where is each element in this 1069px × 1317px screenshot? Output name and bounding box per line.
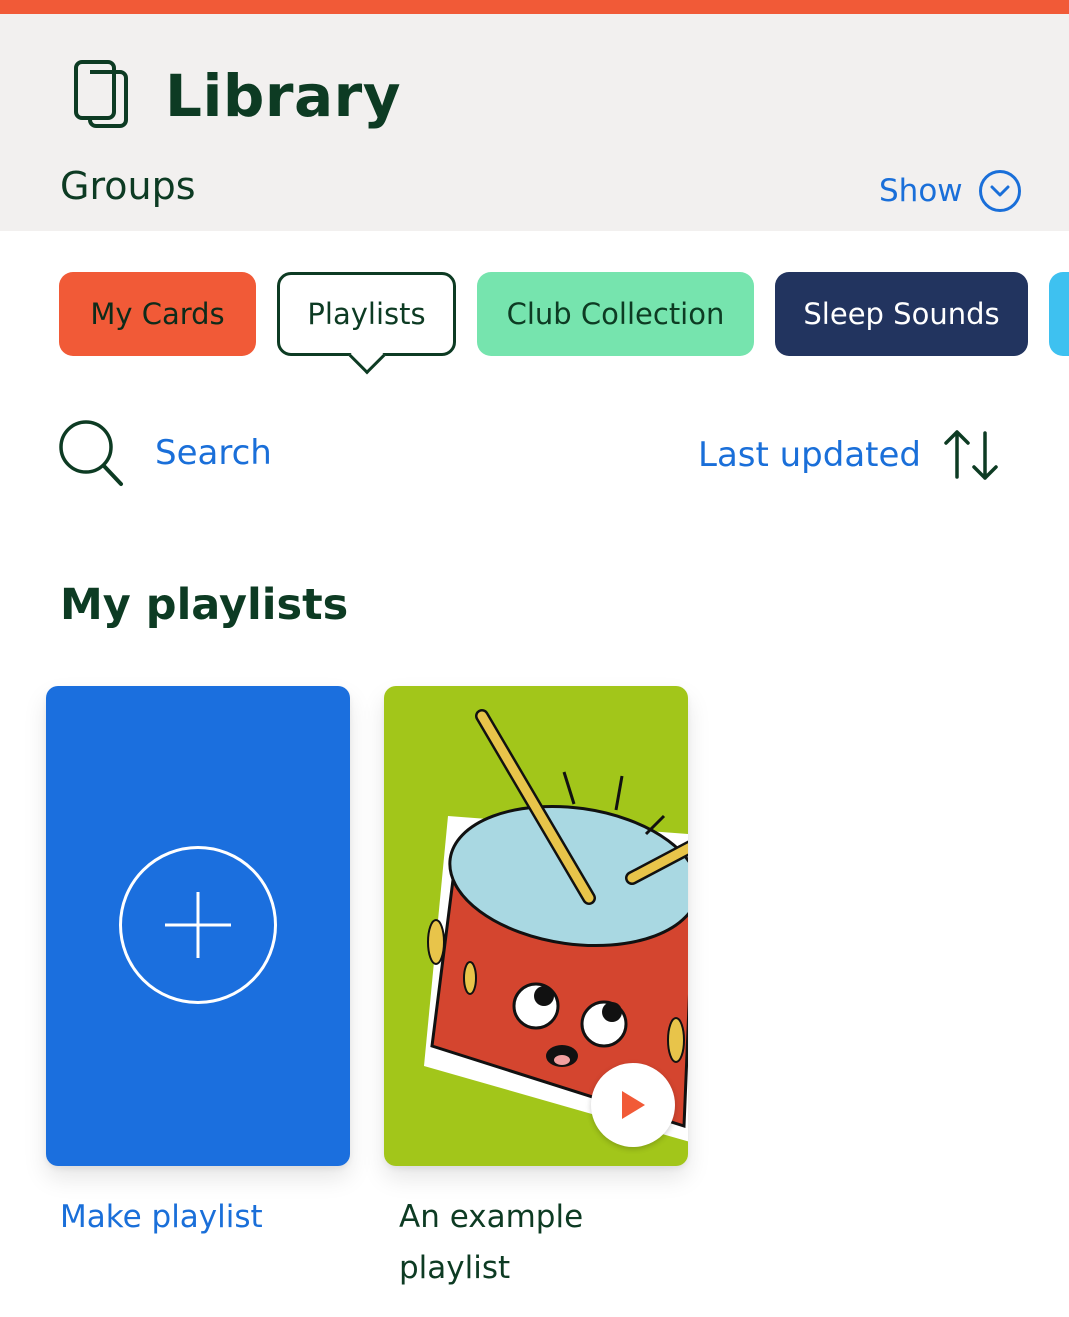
- tab-my-cards[interactable]: My Cards: [59, 272, 256, 356]
- search-sort-row: Search Last updated: [0, 415, 1069, 495]
- library-header: Library Groups Show: [0, 14, 1069, 231]
- section-title: My playlists: [60, 580, 349, 630]
- top-accent-stripe: [0, 0, 1069, 17]
- example-playlist-card[interactable]: [384, 686, 688, 1166]
- play-icon[interactable]: [591, 1063, 675, 1147]
- example-playlist-label: An example playlist: [399, 1199, 584, 1286]
- show-groups-button[interactable]: Show: [879, 166, 1021, 216]
- make-playlist-card[interactable]: [46, 686, 350, 1166]
- tab-playlists-label: Playlists: [307, 297, 426, 331]
- search-button[interactable]: Search: [155, 433, 272, 473]
- category-tabs: My Cards Playlists Club Collection Sleep…: [0, 272, 1069, 375]
- page-title: Library: [165, 62, 402, 130]
- search-icon[interactable]: [58, 419, 124, 487]
- tab-club-collection[interactable]: Club Collection: [477, 272, 754, 356]
- make-playlist-label[interactable]: Make playlist: [60, 1192, 263, 1243]
- show-label: Show: [879, 173, 963, 209]
- sort-order-icon[interactable]: [942, 427, 1000, 483]
- library-icon: [74, 60, 128, 128]
- sort-selector[interactable]: Last updated: [698, 435, 921, 475]
- tab-next-partial[interactable]: [1049, 272, 1069, 356]
- selected-tab-pointer: [348, 337, 385, 375]
- chevron-down-icon: [978, 170, 1021, 212]
- plus-icon: [119, 846, 277, 1004]
- groups-label: Groups: [60, 164, 196, 208]
- tab-sleep-sounds[interactable]: Sleep Sounds: [775, 272, 1028, 356]
- tab-playlists[interactable]: Playlists: [277, 272, 456, 375]
